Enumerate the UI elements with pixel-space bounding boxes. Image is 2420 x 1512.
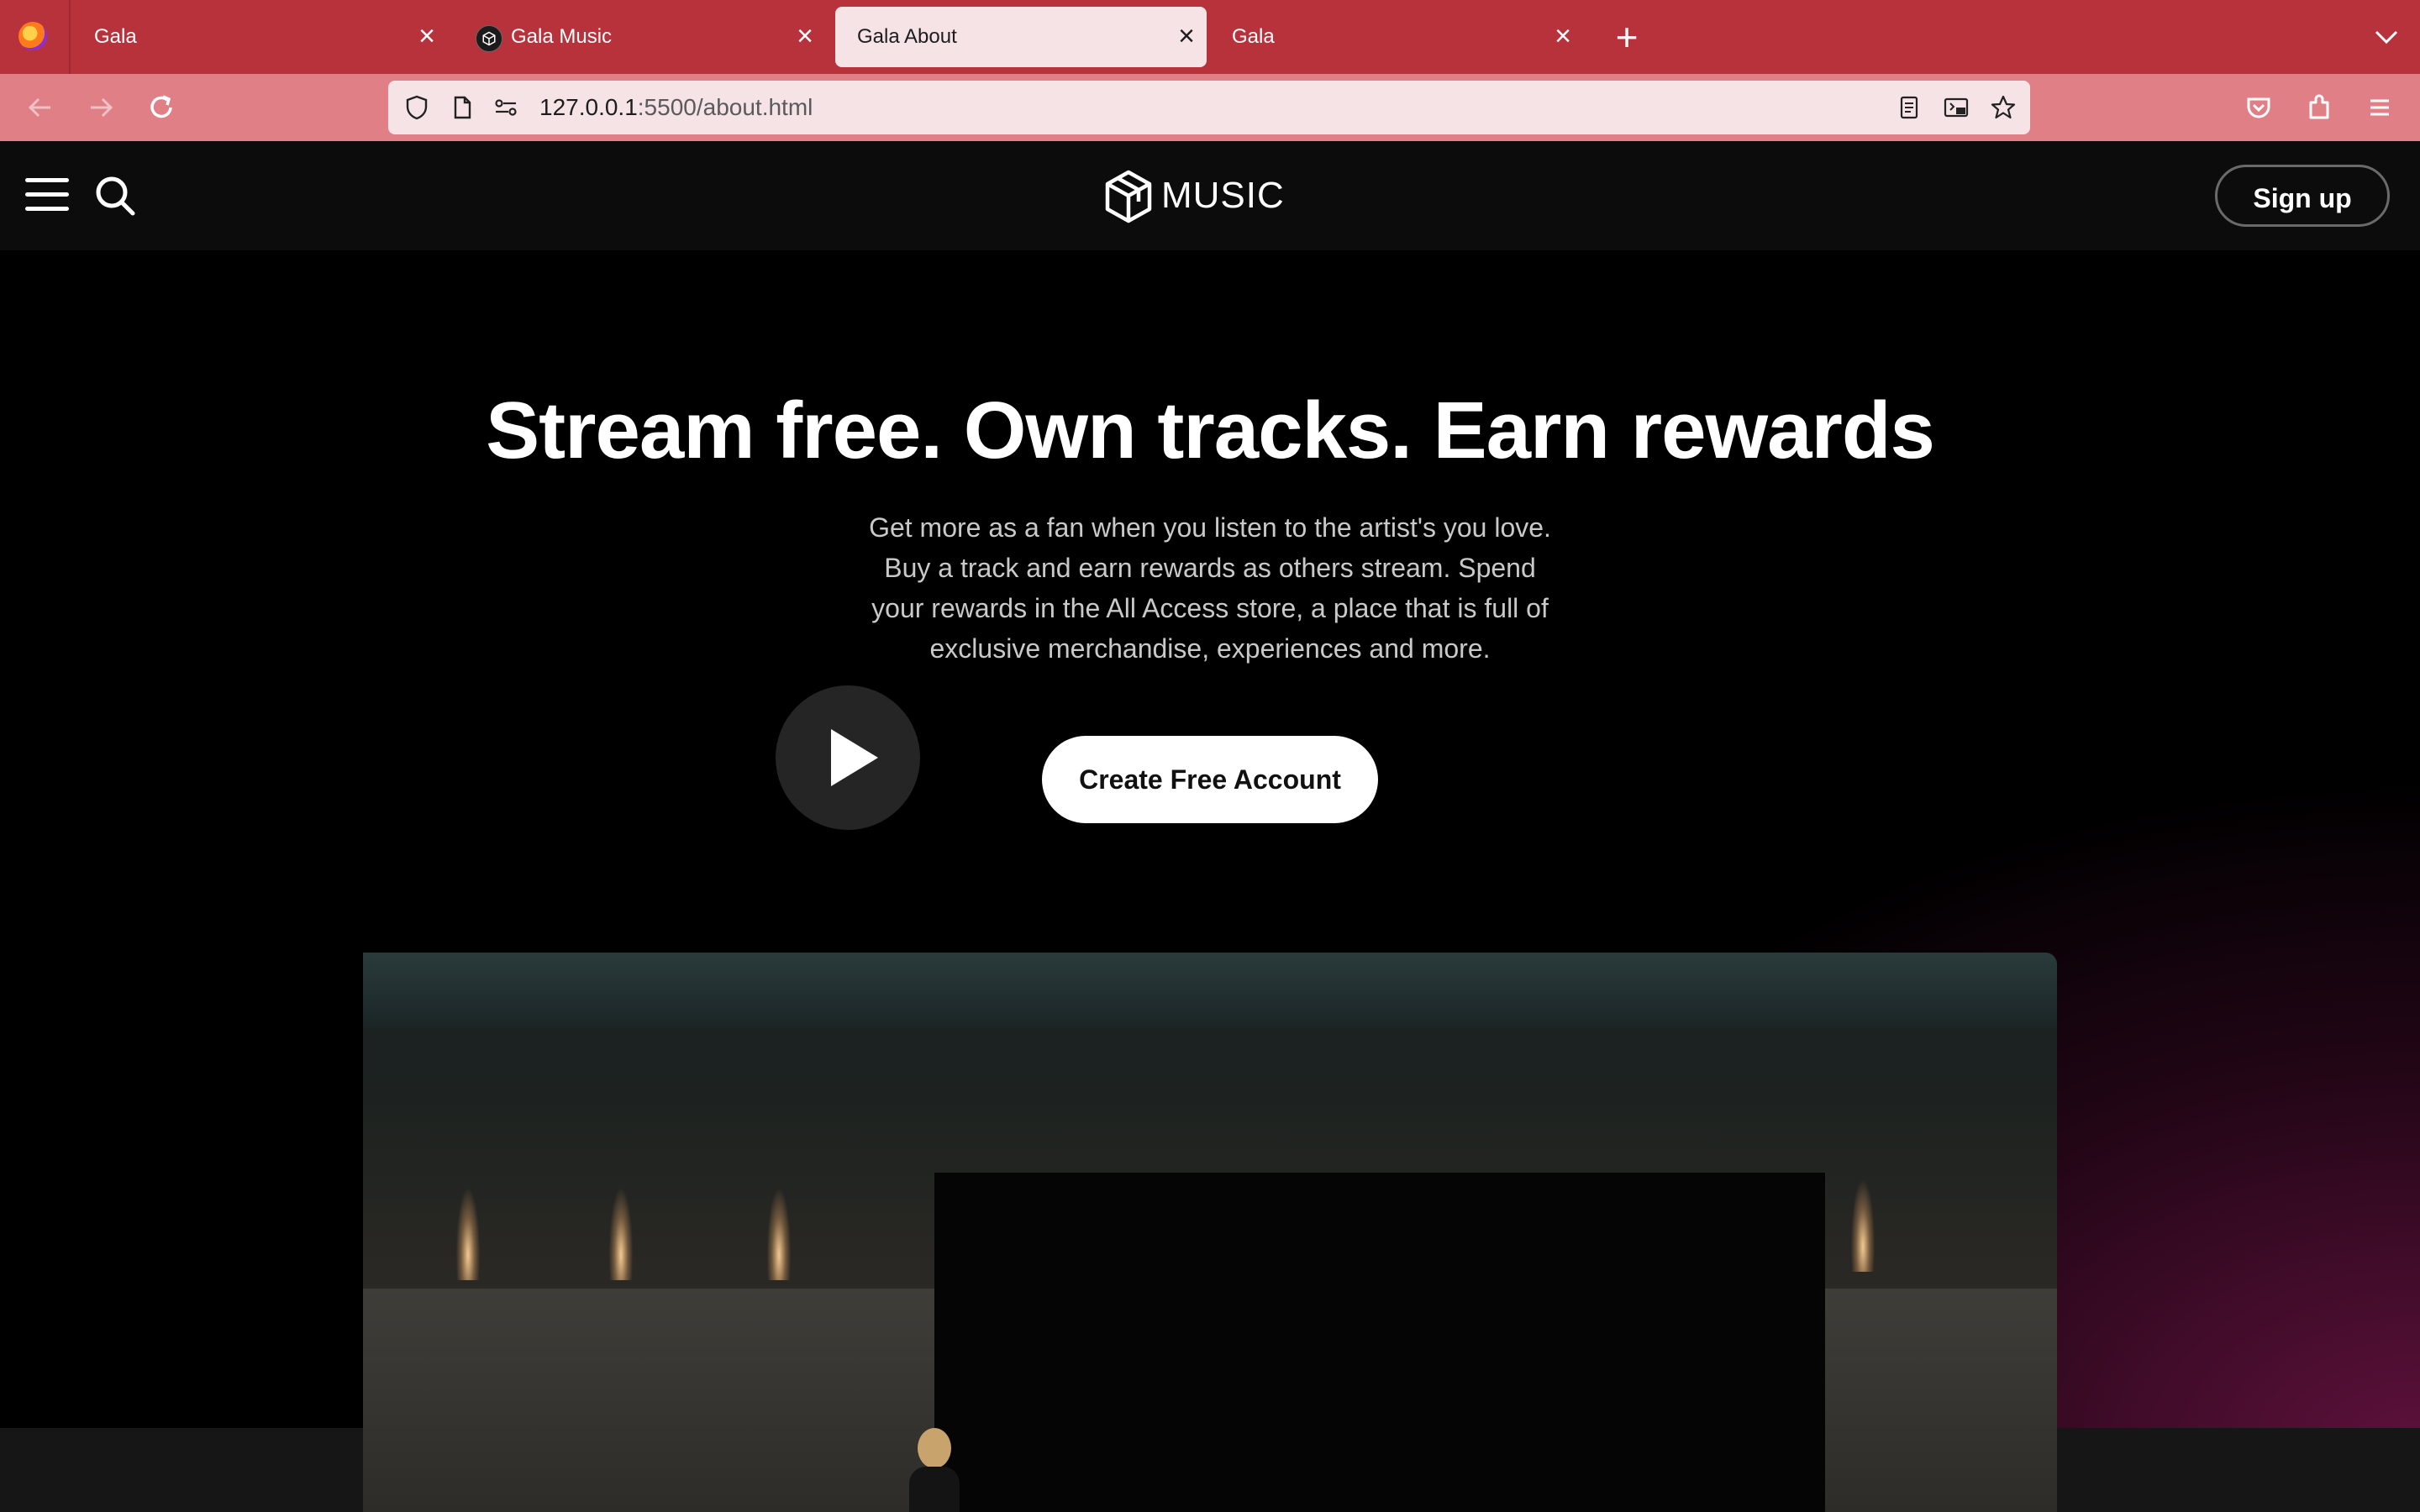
hero-title: Stream free. Own tracks. Earn rewards bbox=[486, 386, 1935, 475]
hamburger-menu-icon[interactable] bbox=[25, 175, 69, 215]
promo-video[interactable] bbox=[363, 953, 2057, 1512]
tab-title: Gala Music bbox=[511, 25, 613, 48]
page-content: MUSIC Sign up Stream free. Own tracks. E… bbox=[0, 141, 2420, 1512]
close-icon[interactable]: × bbox=[797, 7, 813, 66]
permissions-icon[interactable] bbox=[492, 94, 519, 121]
tab-gala-music[interactable]: Gala Music × bbox=[459, 7, 825, 67]
video-play-button[interactable] bbox=[776, 685, 920, 830]
bookmark-star-icon[interactable] bbox=[1990, 94, 2017, 121]
sign-up-button[interactable]: Sign up bbox=[2215, 165, 2390, 227]
close-icon[interactable]: × bbox=[1178, 7, 1195, 66]
tab-title: Gala bbox=[94, 25, 137, 48]
play-icon bbox=[831, 729, 878, 786]
tab-title: Gala bbox=[1232, 25, 1275, 48]
video-performer bbox=[909, 1428, 960, 1512]
hero-subtitle: Get more as a fan when you listen to the… bbox=[869, 512, 1551, 664]
tab-gala-1[interactable]: Gala × bbox=[72, 7, 447, 67]
shield-icon[interactable] bbox=[403, 94, 430, 121]
video-light bbox=[1849, 1104, 1877, 1272]
video-stage-screen bbox=[934, 1173, 1825, 1512]
create-free-account-button[interactable]: Create Free Account bbox=[1042, 736, 1378, 823]
firefox-logo-icon bbox=[18, 22, 47, 50]
tab-gala-about[interactable]: Gala About × bbox=[835, 7, 1207, 67]
url-bar[interactable]: 127.0.0.1:5500/about.html bbox=[388, 81, 2030, 134]
page-icon[interactable] bbox=[449, 94, 476, 121]
menu-icon[interactable] bbox=[2360, 87, 2400, 128]
back-arrow-icon[interactable] bbox=[20, 87, 60, 128]
video-wall bbox=[363, 953, 2057, 1028]
browser-nav-bar: 127.0.0.1:5500/about.html bbox=[0, 74, 2420, 141]
chevron-down-icon[interactable] bbox=[2368, 18, 2405, 55]
brand-logo[interactable]: MUSIC bbox=[1104, 170, 1284, 225]
video-light bbox=[765, 1112, 793, 1280]
url-text[interactable]: 127.0.0.1:5500/about.html bbox=[539, 81, 813, 134]
tab-gala-2[interactable]: Gala × bbox=[1210, 7, 1583, 67]
search-icon[interactable] bbox=[92, 173, 138, 218]
close-icon[interactable]: × bbox=[1555, 7, 1571, 66]
tab-title: Gala About bbox=[857, 25, 957, 48]
video-light bbox=[607, 1112, 635, 1280]
picture-in-picture-icon[interactable] bbox=[1943, 94, 1970, 121]
forward-arrow-icon[interactable] bbox=[81, 87, 121, 128]
reload-icon[interactable] bbox=[141, 87, 182, 128]
video-light bbox=[454, 1112, 482, 1280]
brand-text: MUSIC bbox=[1161, 175, 1285, 216]
tab-separator bbox=[69, 0, 71, 74]
gala-cube-logo-icon bbox=[1105, 170, 1152, 223]
gala-favicon-icon bbox=[476, 25, 502, 52]
close-icon[interactable]: × bbox=[418, 7, 435, 66]
site-header: MUSIC Sign up bbox=[0, 141, 2420, 250]
extensions-puzzle-icon[interactable] bbox=[2299, 87, 2339, 128]
pocket-icon[interactable] bbox=[2238, 87, 2279, 128]
url-path: :5500/about.html bbox=[637, 94, 813, 120]
new-tab-plus-icon[interactable]: + bbox=[1605, 12, 1649, 62]
url-host: 127.0.0.1 bbox=[539, 94, 638, 120]
reader-view-icon[interactable] bbox=[1896, 94, 1923, 121]
browser-tab-bar: Gala × Gala Music × Gala About × Gala × … bbox=[0, 0, 2420, 74]
